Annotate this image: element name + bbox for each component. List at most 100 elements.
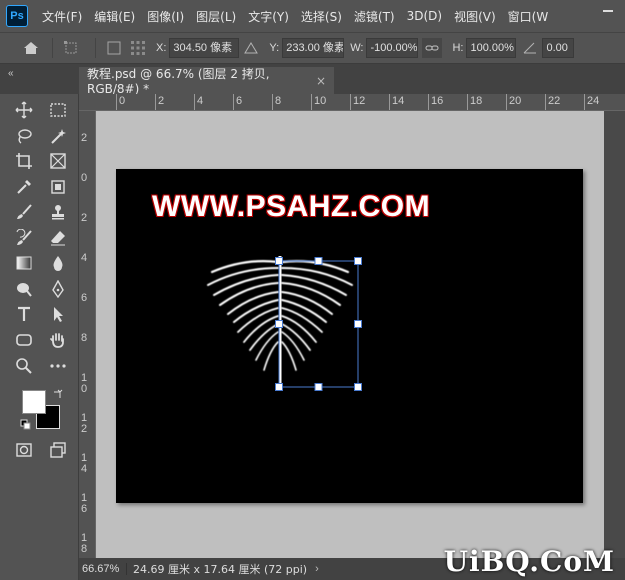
document-size-info: 24.69 厘米 x 17.64 厘米 (72 ppi) bbox=[133, 563, 308, 576]
menu-image[interactable]: 图像(I) bbox=[141, 8, 190, 25]
menu-type[interactable]: 文字(Y) bbox=[242, 8, 295, 25]
menu-filter[interactable]: 滤镜(T) bbox=[348, 8, 401, 25]
eraser-tool-icon[interactable] bbox=[46, 226, 70, 250]
minimize-button[interactable] bbox=[603, 10, 613, 12]
document-tab-strip: « 教程.psd @ 66.7% (图层 2 拷贝, RGB/8#) * × bbox=[0, 64, 625, 96]
zoom-tool-icon[interactable] bbox=[12, 354, 36, 378]
transform-handle bbox=[275, 383, 283, 391]
brush-tool-icon[interactable] bbox=[12, 200, 36, 224]
menu-layer[interactable]: 图层(L) bbox=[190, 8, 242, 25]
ruler-tick-label: 1 6 bbox=[81, 492, 88, 515]
ruler-tick bbox=[584, 94, 585, 110]
menu-edit[interactable]: 编辑(E) bbox=[88, 8, 141, 25]
clone-stamp-tool-icon[interactable] bbox=[46, 200, 70, 224]
blur-tool-icon[interactable] bbox=[46, 251, 70, 275]
ruler-tick-label: 20 bbox=[509, 95, 522, 107]
ruler-tick-label: 2 bbox=[81, 132, 88, 144]
ruler-tick-label: 6 bbox=[236, 95, 243, 107]
transform-handle bbox=[314, 257, 323, 265]
foreground-color-swatch[interactable] bbox=[22, 390, 46, 414]
path-selection-tool-icon[interactable] bbox=[46, 302, 70, 326]
screen-mode-icon[interactable] bbox=[46, 438, 70, 462]
reference-point-checkbox[interactable] bbox=[106, 40, 122, 56]
swap-colors-icon[interactable] bbox=[52, 388, 64, 400]
ruler-tick-label: 8 bbox=[275, 95, 282, 107]
frame-tool-icon[interactable] bbox=[46, 149, 70, 173]
menu-bar: Ps 文件(F) 编辑(E) 图像(I) 图层(L) 文字(Y) 选择(S) 滤… bbox=[0, 0, 625, 32]
ruler-tick bbox=[155, 94, 156, 110]
ruler-tick-label: 24 bbox=[587, 95, 600, 107]
transform-handle bbox=[275, 257, 283, 265]
type-tool-icon[interactable] bbox=[12, 302, 36, 326]
ruler-tick-label: 0 bbox=[81, 172, 88, 184]
x-label: X: bbox=[156, 42, 167, 54]
height-field[interactable]: 100.00% bbox=[466, 38, 517, 58]
menu-select[interactable]: 选择(S) bbox=[295, 8, 348, 25]
ruler-tick-label: 8 bbox=[81, 332, 88, 344]
rectangular-marquee-tool-icon[interactable] bbox=[46, 98, 70, 122]
ruler-tick-label: 12 bbox=[353, 95, 366, 107]
home-button[interactable] bbox=[16, 36, 46, 60]
options-bar: X: 304.50 像素 Y: 233.00 像素 W: -100.00% H:… bbox=[0, 32, 625, 64]
ruler-tick-label: 16 bbox=[431, 95, 444, 107]
gradient-tool-icon[interactable] bbox=[12, 251, 36, 275]
transform-handle bbox=[354, 383, 362, 391]
zoom-level-field[interactable]: 66.67% bbox=[79, 563, 127, 575]
lasso-tool-icon[interactable] bbox=[12, 124, 36, 148]
pen-tool-icon[interactable] bbox=[46, 277, 70, 301]
ruler-tick-label: 2 bbox=[81, 212, 88, 224]
collapse-panel-icon[interactable]: « bbox=[8, 68, 14, 79]
ruler-tick bbox=[545, 94, 546, 110]
status-menu-chevron-icon[interactable]: › bbox=[315, 563, 319, 575]
watermark-logo: UiBQ.CoM bbox=[443, 545, 615, 578]
history-brush-tool-icon[interactable] bbox=[12, 226, 36, 250]
more-tools-icon[interactable] bbox=[46, 354, 70, 378]
angle-field[interactable]: 0.00 bbox=[542, 38, 575, 58]
menu-window[interactable]: 窗口(W bbox=[502, 8, 555, 25]
ruler-tick-label: 1 0 bbox=[81, 372, 88, 395]
y-position-field[interactable]: 233.00 像素 bbox=[282, 38, 345, 58]
ruler-tick-label: 2 bbox=[158, 95, 165, 107]
ruler-tick bbox=[311, 94, 312, 110]
ruler-tick bbox=[116, 94, 117, 110]
close-tab-icon[interactable]: × bbox=[316, 74, 326, 88]
hand-tool-icon[interactable] bbox=[46, 328, 70, 352]
ruler-tick bbox=[194, 94, 195, 110]
ruler-tick-label: 1 2 bbox=[81, 412, 88, 435]
default-colors-icon[interactable] bbox=[20, 419, 32, 431]
ruler-tick bbox=[272, 94, 273, 110]
dodge-tool-icon[interactable] bbox=[12, 277, 36, 301]
h-label: H: bbox=[452, 42, 464, 54]
eyedropper-tool-icon[interactable] bbox=[12, 175, 36, 199]
quick-mask-icon[interactable] bbox=[12, 438, 36, 462]
vertical-ruler[interactable]: 2 0 2 4 6 8 1 0 1 2 1 4 1 6 1 8 bbox=[79, 111, 96, 558]
home-icon bbox=[24, 42, 38, 54]
canvas-site-text: WWW.PSAHZ.COM bbox=[152, 190, 431, 223]
magic-wand-tool-icon[interactable] bbox=[46, 124, 70, 148]
menu-view[interactable]: 视图(V) bbox=[448, 8, 502, 25]
link-icon[interactable] bbox=[422, 38, 443, 58]
ruler-tick bbox=[389, 94, 390, 110]
document-tab[interactable]: 教程.psd @ 66.7% (图层 2 拷贝, RGB/8#) * × bbox=[79, 67, 334, 96]
crop-tool-icon[interactable] bbox=[12, 149, 36, 173]
menu-file[interactable]: 文件(F) bbox=[36, 8, 88, 25]
ruler-tick-label: 0 bbox=[119, 95, 126, 107]
ruler-tick bbox=[467, 94, 468, 110]
object-select-tool-icon[interactable] bbox=[46, 175, 70, 199]
ruler-tick-label: 14 bbox=[392, 95, 405, 107]
relative-position-icon[interactable] bbox=[243, 40, 259, 56]
ruler-tick-label: 6 bbox=[81, 292, 88, 304]
move-tool-icon[interactable] bbox=[12, 98, 36, 122]
width-field[interactable]: -100.00% bbox=[366, 38, 419, 58]
tools-panel bbox=[0, 94, 79, 580]
horizontal-ruler[interactable]: 0 2 4 6 8 10 12 14 16 18 20 22 24 bbox=[79, 94, 625, 111]
x-position-field[interactable]: 304.50 像素 bbox=[169, 38, 240, 58]
menu-3d[interactable]: 3D(D) bbox=[401, 9, 448, 23]
transform-reference-icon[interactable] bbox=[63, 40, 79, 56]
reference-point-grid-icon[interactable] bbox=[130, 40, 146, 56]
free-transform-box[interactable] bbox=[274, 257, 364, 393]
shape-tool-icon[interactable] bbox=[12, 328, 36, 352]
ruler-tick bbox=[233, 94, 234, 110]
ruler-tick bbox=[428, 94, 429, 110]
vertical-scrollbar[interactable] bbox=[604, 111, 625, 558]
